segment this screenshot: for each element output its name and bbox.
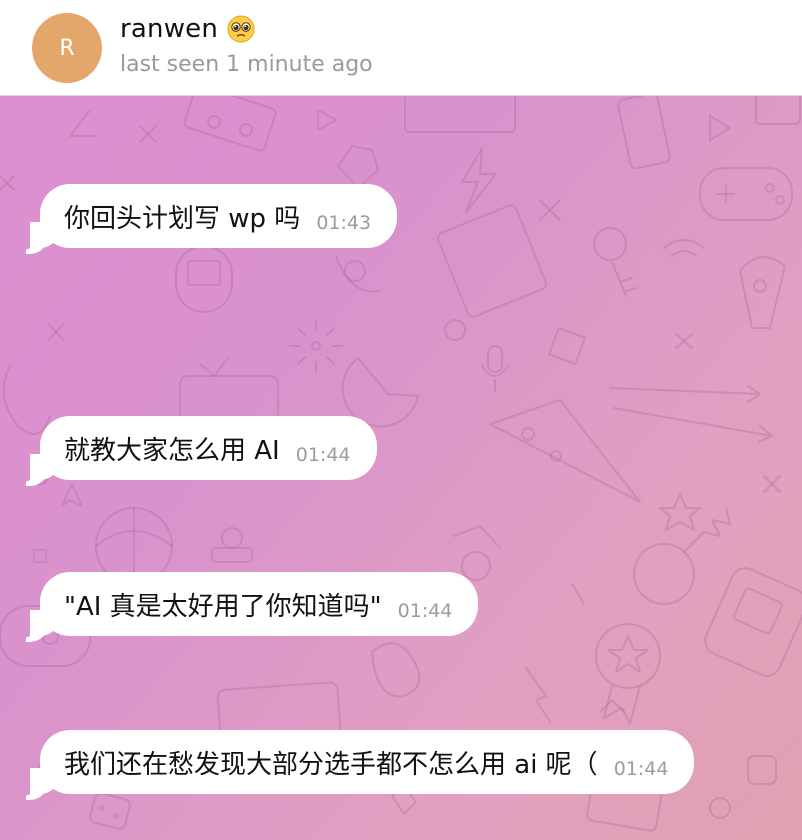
message-time: 01:44 (613, 758, 669, 780)
message-text: 我们还在愁发现大部分选手都不怎么用 ai 呢（ (64, 749, 598, 780)
message-bubble[interactable]: 我们还在愁发现大部分选手都不怎么用 ai 呢（ 01:44 (29, 730, 695, 794)
chat-header: R ranwen last seen 1 minute ago (0, 0, 802, 96)
message-text: 你回头计划写 wp 吗 (64, 203, 301, 234)
message-bubble[interactable]: 你回头计划写 wp 吗 01:43 (29, 184, 398, 248)
message-bubble[interactable]: "AI 真是太好用了你知道吗" 01:44 (29, 572, 479, 636)
chat-title-row[interactable]: ranwen (120, 14, 256, 44)
avatar[interactable]: R (32, 13, 102, 83)
pleading-face-emoji-icon (227, 15, 255, 43)
message-time: 01:43 (316, 212, 372, 234)
last-seen-status: last seen 1 minute ago (120, 52, 373, 77)
message-time: 01:44 (397, 600, 453, 622)
message-time: 01:44 (295, 444, 351, 466)
chat-name[interactable]: ranwen (120, 14, 218, 44)
message-bubble[interactable]: 就教大家怎么用 AI 01:44 (30, 416, 377, 480)
message-text: "AI 真是太好用了你知道吗" (64, 591, 382, 622)
message-text: 就教大家怎么用 AI (64, 435, 280, 466)
chat-background: 你回头计划写 wp 吗 01:43 就教大家怎么用 AI 01:44 "AI 真… (0, 96, 802, 840)
